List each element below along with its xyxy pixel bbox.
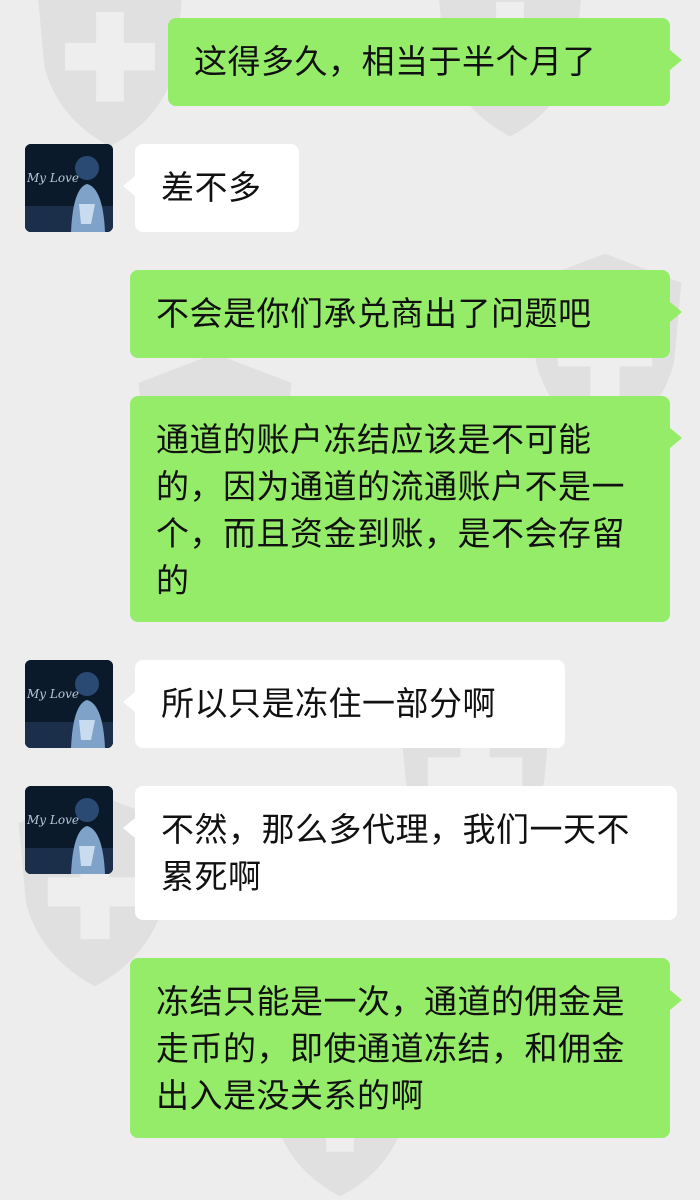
user-avatar-icon: My Love: [25, 660, 113, 748]
message-bubble-sent[interactable]: 冻结只能是一次，通道的佣金是走币的，即使通道冻结，和佣金出入是没关系的啊: [130, 958, 670, 1138]
user-avatar-icon: My Love: [25, 144, 113, 232]
svg-text:My Love: My Love: [26, 171, 79, 185]
message-bubble-received[interactable]: 不然，那么多代理，我们一天不累死啊: [135, 786, 677, 920]
message-bubble-received[interactable]: 差不多: [135, 144, 299, 232]
chat-message-list[interactable]: 这得多久，相当于半个月了 My Love 差不多 不会是你们承兑商出了问题吧 通…: [0, 0, 700, 1197]
bubble-tail: [670, 990, 682, 1010]
message-bubble-sent[interactable]: 不会是你们承兑商出了问题吧: [130, 270, 670, 358]
user-avatar-icon: My Love: [25, 786, 113, 874]
avatar[interactable]: My Love: [25, 786, 113, 874]
message-bubble-sent[interactable]: 通道的账户冻结应该是不可能的，因为通道的流通账户不是一个，而且资金到账，是不会存…: [130, 396, 670, 622]
bubble-tail: [670, 428, 682, 448]
svg-text:My Love: My Love: [26, 813, 79, 827]
message-bubble-sent[interactable]: 这得多久，相当于半个月了: [168, 18, 670, 106]
bubble-tail: [123, 818, 135, 838]
bubble-tail: [123, 176, 135, 196]
bubble-tail: [123, 692, 135, 712]
bubble-tail: [670, 302, 682, 322]
message-bubble-received[interactable]: 所以只是冻住一部分啊: [135, 660, 565, 748]
bubble-tail: [670, 50, 682, 70]
avatar[interactable]: My Love: [25, 660, 113, 748]
svg-text:My Love: My Love: [26, 687, 79, 701]
avatar[interactable]: My Love: [25, 144, 113, 232]
